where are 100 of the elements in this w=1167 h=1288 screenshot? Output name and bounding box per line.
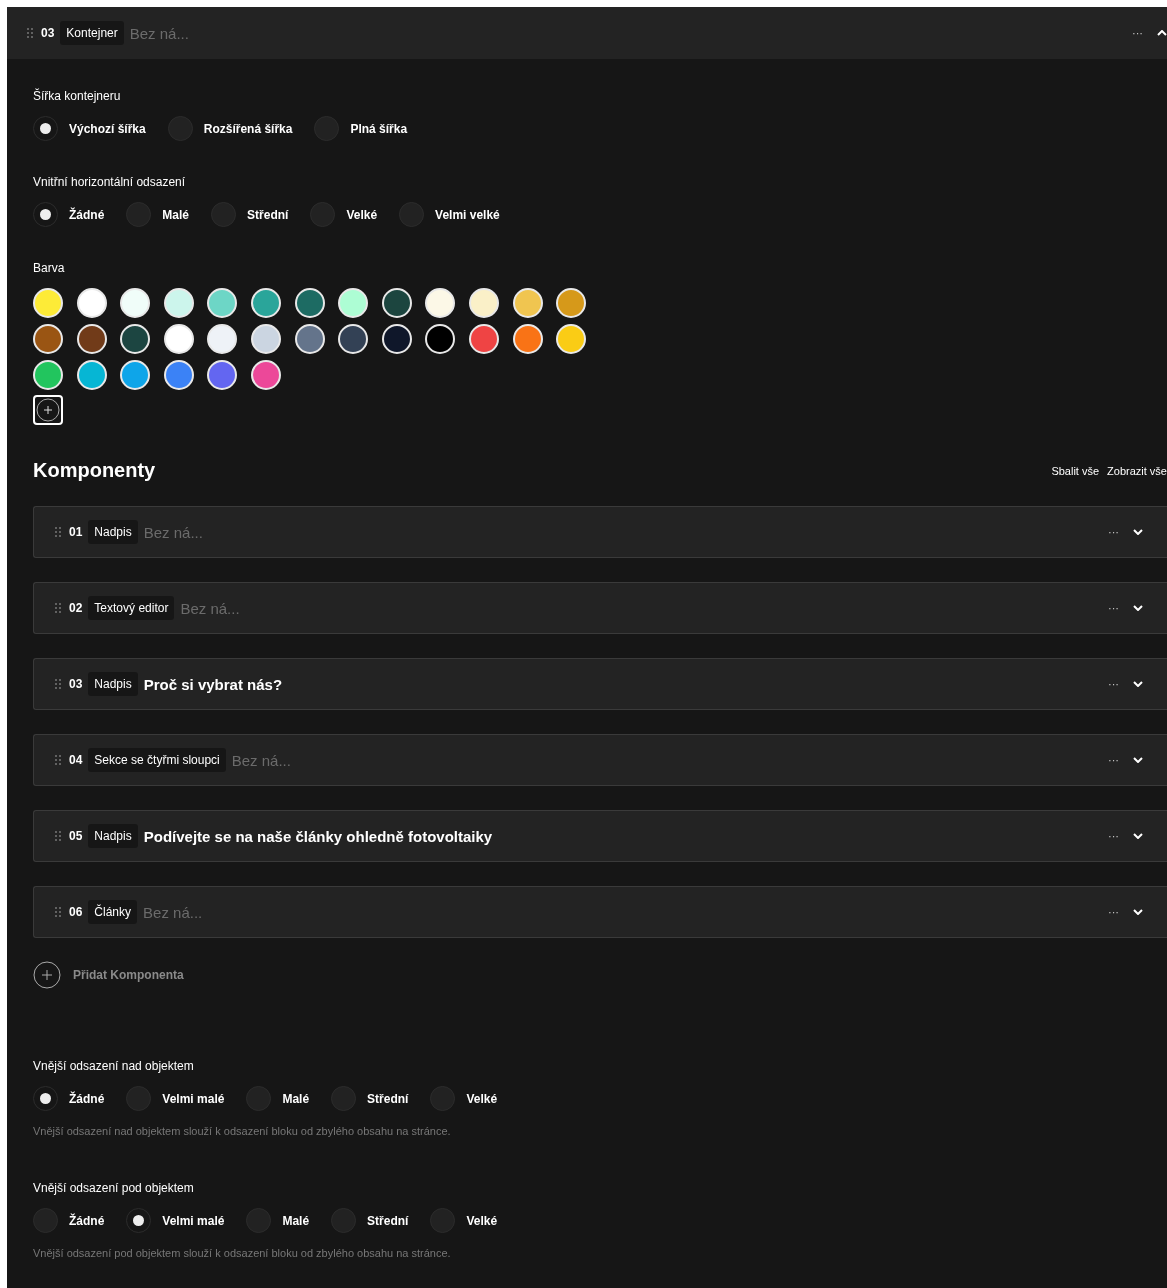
radio-label[interactable]: Rozšířená šířka (203, 121, 293, 136)
color-swatch[interactable] (512, 324, 543, 354)
chevron-icon[interactable] (1133, 909, 1143, 915)
component-type-tag: Nadpis (88, 520, 138, 544)
more-button[interactable]: ··· (1108, 526, 1119, 538)
radio-label[interactable]: Malé (282, 1091, 310, 1106)
add-icon[interactable] (33, 961, 61, 989)
color-swatch[interactable] (33, 288, 63, 318)
drag-handle-icon[interactable] (27, 28, 33, 38)
drag-handle-icon[interactable] (55, 907, 61, 917)
radio-label[interactable]: Malé (282, 1213, 310, 1228)
color-swatch[interactable] (163, 288, 194, 318)
radio-label[interactable]: Velké (466, 1213, 498, 1228)
radio-label[interactable]: Velmi velké (435, 207, 500, 222)
chevron-icon[interactable] (1133, 529, 1143, 535)
component-number: 03 (69, 677, 83, 691)
color-swatch[interactable] (425, 324, 456, 354)
add-component-button[interactable]: Přidat Komponenta (73, 968, 184, 982)
more-button[interactable]: ··· (1108, 830, 1119, 842)
more-button[interactable]: ··· (1108, 906, 1119, 918)
component-card[interactable]: 04 Sekce se čtyřmi sloupci Bez ná... ··· (33, 734, 1167, 786)
field-label: Vnější odsazení pod objektem (33, 1181, 195, 1195)
title-field[interactable]: Bez ná... (143, 901, 224, 923)
color-swatch[interactable] (76, 360, 107, 390)
drag-handle-icon[interactable] (55, 603, 61, 613)
color-swatch[interactable] (425, 288, 456, 318)
color-swatch[interactable] (163, 324, 194, 354)
component-card[interactable]: 02 Textový editor Bez ná... ··· (33, 582, 1167, 634)
component-type-tag: Textový editor (88, 596, 175, 620)
color-swatch[interactable] (338, 324, 369, 354)
add-color-icon[interactable] (33, 395, 63, 425)
component-type-tag: Sekce se čtyřmi sloupci (88, 748, 226, 772)
component-card[interactable]: 01 Nadpis Bez ná... ··· (33, 506, 1167, 558)
section-title: Komponenty (33, 459, 156, 482)
color-swatch[interactable] (207, 288, 238, 318)
radio-button[interactable] (33, 116, 58, 141)
color-swatch[interactable] (468, 288, 499, 318)
title-field[interactable]: Bez ná... (231, 749, 312, 771)
color-swatch[interactable] (381, 288, 412, 318)
color-swatch[interactable] (250, 360, 281, 390)
color-swatch[interactable] (207, 324, 238, 354)
title-field[interactable]: Bez ná... (129, 22, 210, 44)
radio-label[interactable]: Velké (466, 1091, 498, 1106)
component-card[interactable]: 03 Nadpis Proč si vybrat nás? ··· (33, 658, 1167, 710)
color-swatch[interactable] (76, 288, 107, 318)
color-swatch[interactable] (294, 324, 325, 354)
component-card[interactable]: 05 Nadpis Podívejte se na naše články ohledně fotovoltaiky ··· (33, 810, 1167, 862)
more-button[interactable]: ··· (1108, 678, 1119, 690)
radio-label[interactable]: Střední (367, 1091, 409, 1106)
color-swatch[interactable] (33, 360, 63, 390)
title-field[interactable]: Bez ná... (143, 521, 224, 543)
more-button[interactable]: ··· (1108, 602, 1119, 614)
color-swatch[interactable] (381, 324, 412, 354)
more-button[interactable]: ··· (1108, 754, 1119, 766)
chevron-icon[interactable] (1157, 30, 1167, 36)
radio-label[interactable]: Žádné (69, 1091, 105, 1106)
color-swatch[interactable] (207, 360, 238, 390)
color-swatch[interactable] (250, 324, 281, 354)
color-swatch[interactable] (250, 288, 281, 318)
chevron-icon[interactable] (1133, 757, 1143, 763)
color-swatch[interactable] (556, 288, 587, 318)
drag-handle-icon[interactable] (55, 527, 61, 537)
radio-label[interactable]: Malé (162, 207, 190, 222)
chevron-icon[interactable] (1133, 681, 1143, 687)
color-swatch[interactable] (294, 288, 325, 318)
radio-button[interactable] (33, 1086, 58, 1111)
drag-handle-icon[interactable] (55, 755, 61, 765)
color-swatch[interactable] (468, 324, 499, 354)
chevron-icon[interactable] (1133, 605, 1143, 611)
color-swatch[interactable] (556, 324, 587, 354)
component-number: 06 (69, 905, 83, 919)
color-swatch[interactable] (120, 288, 151, 318)
radio-label[interactable]: Velmi malé (162, 1213, 225, 1228)
color-swatch[interactable] (338, 288, 369, 318)
color-swatch[interactable] (163, 360, 194, 390)
component-number: 01 (69, 525, 83, 539)
radio-label[interactable]: Velmi malé (162, 1091, 225, 1106)
drag-handle-icon[interactable] (55, 831, 61, 841)
chevron-icon[interactable] (1133, 833, 1143, 839)
color-swatch[interactable] (33, 324, 63, 354)
radio-label[interactable]: Plná šířka (350, 121, 408, 136)
title-field[interactable]: Bez ná... (180, 597, 261, 619)
radio-label[interactable]: Střední (367, 1213, 409, 1228)
radio-button[interactable] (126, 1208, 152, 1233)
radio-label[interactable]: Žádné (69, 207, 105, 222)
radio-label[interactable]: Výchozí šířka (69, 121, 146, 136)
color-swatch[interactable] (120, 360, 151, 390)
color-swatch[interactable] (120, 324, 151, 354)
radio-label[interactable]: Velké (346, 207, 378, 222)
header-link[interactable]: Zobrazit vše (1099, 464, 1167, 477)
component-card[interactable]: 06 Články Bez ná... ··· (33, 886, 1167, 938)
header-link[interactable]: Sbalit vše (1043, 464, 1100, 477)
component-number: 02 (69, 601, 83, 615)
radio-label[interactable]: Žádné (69, 1213, 105, 1228)
color-swatch[interactable] (76, 324, 107, 354)
drag-handle-icon[interactable] (55, 679, 61, 689)
color-swatch[interactable] (512, 288, 543, 318)
radio-button[interactable] (33, 202, 58, 227)
more-button[interactable]: ··· (1132, 27, 1143, 39)
radio-label[interactable]: Střední (247, 207, 289, 222)
